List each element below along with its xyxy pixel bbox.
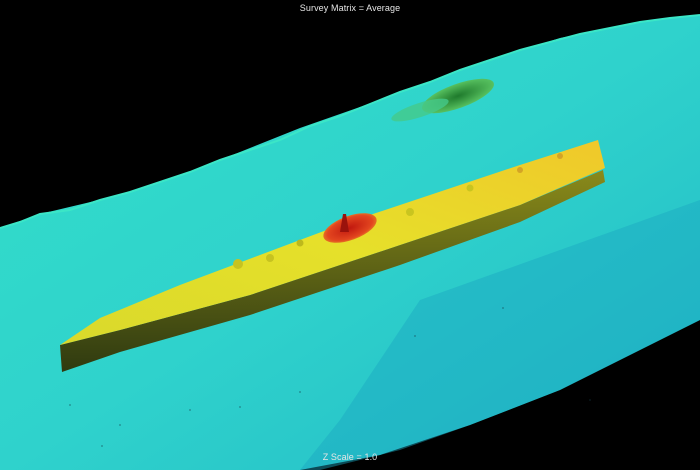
survey-matrix-label: Survey Matrix = Average [299, 3, 401, 13]
bathymetry-render [0, 14, 700, 470]
z-scale-label: Z Scale = 1.0 [322, 452, 378, 462]
bathymetry-viewport[interactable]: Survey Matrix = Average Z Scale = 1.0 [0, 0, 700, 470]
